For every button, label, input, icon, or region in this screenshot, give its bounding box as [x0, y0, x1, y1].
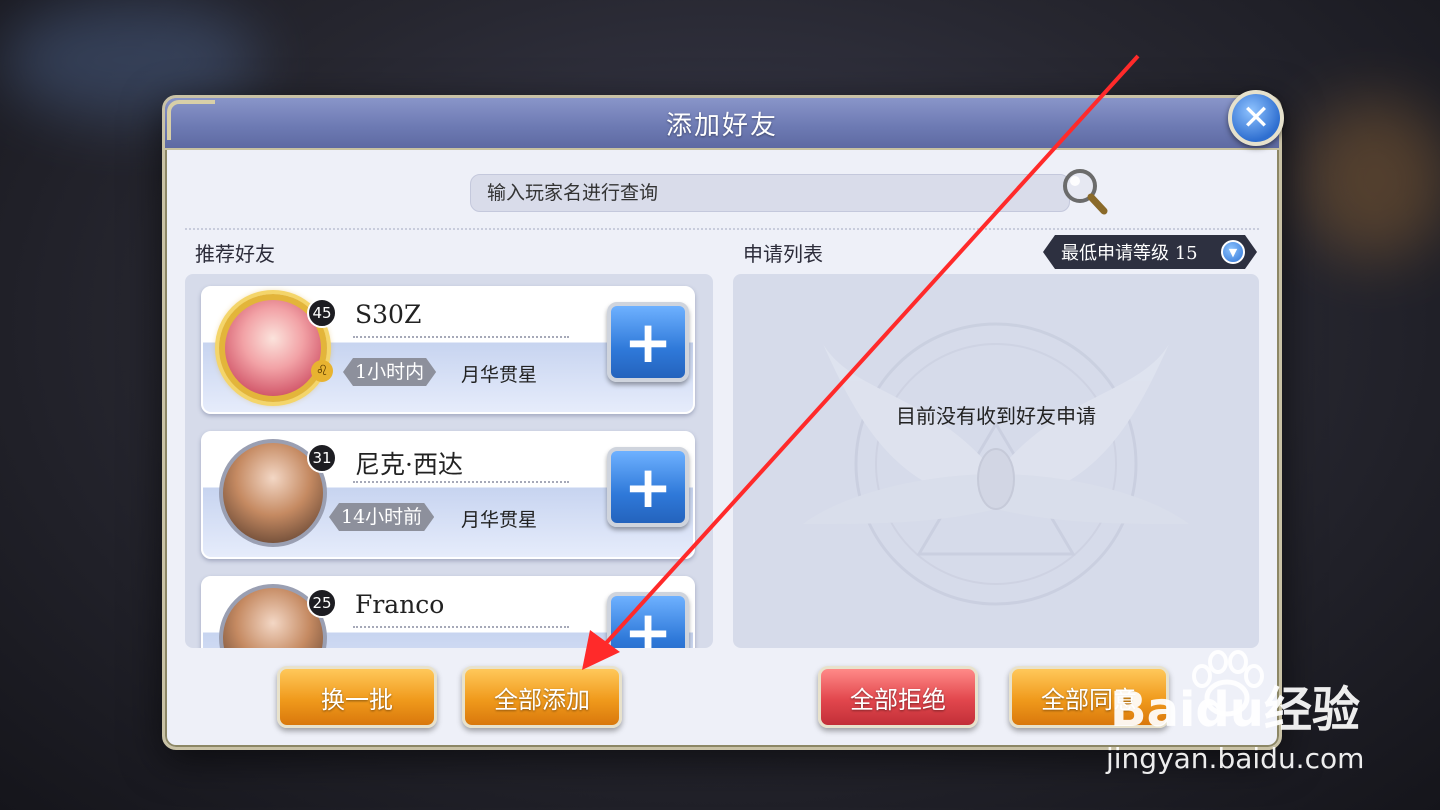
close-icon: ✕ — [1241, 98, 1271, 138]
corner-ornament-icon — [167, 100, 215, 140]
level-badge: 45 — [307, 298, 337, 328]
level-badge: 25 — [307, 588, 337, 618]
server-name: 月华贯星 — [461, 364, 538, 386]
dialog-title: 添加好友 — [665, 110, 778, 141]
plus-icon: + — [623, 598, 673, 648]
divider — [353, 481, 569, 483]
add-friend-button[interactable]: + — [607, 302, 689, 382]
dialog-titlebar: 添加好友 — [165, 98, 1279, 150]
last-online-tag: 1小时内 — [343, 358, 436, 386]
min-apply-level-label: 最低申请等级 15 — [1061, 243, 1198, 264]
refresh-button[interactable]: 换一批 — [277, 666, 437, 728]
add-all-button[interactable]: 全部添加 — [462, 666, 622, 728]
chevron-down-icon: ▼ — [1221, 240, 1245, 264]
apply-list: 目前没有收到好友申请 — [733, 274, 1259, 648]
player-name: 尼克·西达 — [355, 450, 463, 479]
apply-list-label: 申请列表 — [743, 242, 823, 266]
last-online-tag: 14小时前 — [329, 503, 434, 531]
player-name: Franco — [355, 590, 445, 619]
divider — [185, 228, 1259, 230]
player-search-input[interactable] — [487, 182, 1069, 204]
min-apply-level-dropdown[interactable]: 最低申请等级 15 ▼ — [1043, 235, 1257, 269]
wing-emblem-icon — [803, 322, 1189, 606]
server-name: 月华贯星 — [461, 509, 538, 531]
accept-all-button[interactable]: 全部同意 — [1009, 666, 1169, 728]
plus-icon: + — [623, 453, 673, 521]
divider — [353, 336, 569, 338]
player-name: S30Z — [355, 300, 422, 329]
player-search-field[interactable] — [470, 174, 1070, 212]
recommend-friends-label: 推荐好友 — [195, 242, 275, 266]
add-friend-button[interactable]: + — [607, 592, 689, 648]
plus-icon: + — [623, 308, 673, 376]
divider — [353, 626, 569, 628]
background-blur — [1300, 100, 1440, 260]
list-item: 25 Franco + — [201, 576, 695, 648]
magnifier-icon[interactable] — [1060, 166, 1110, 218]
close-button[interactable]: ✕ — [1228, 90, 1284, 146]
list-item: 45 ♌ S30Z 1小时内 月华贯星 + — [201, 286, 695, 414]
empty-apply-message: 目前没有收到好友申请 — [896, 404, 1096, 428]
add-friend-dialog: 添加好友 推荐好友 申请列表 最低申请等级 15 ▼ 45 ♌ S30Z 1小时… — [162, 95, 1282, 750]
recommend-list[interactable]: 45 ♌ S30Z 1小时内 月华贯星 + 31 尼克·西达 14小时前 月华贯… — [185, 274, 713, 648]
reject-all-button[interactable]: 全部拒绝 — [818, 666, 978, 728]
level-badge: 31 — [307, 443, 337, 473]
zodiac-icon: ♌ — [311, 360, 333, 382]
add-friend-button[interactable]: + — [607, 447, 689, 527]
list-item: 31 尼克·西达 14小时前 月华贯星 + — [201, 431, 695, 559]
